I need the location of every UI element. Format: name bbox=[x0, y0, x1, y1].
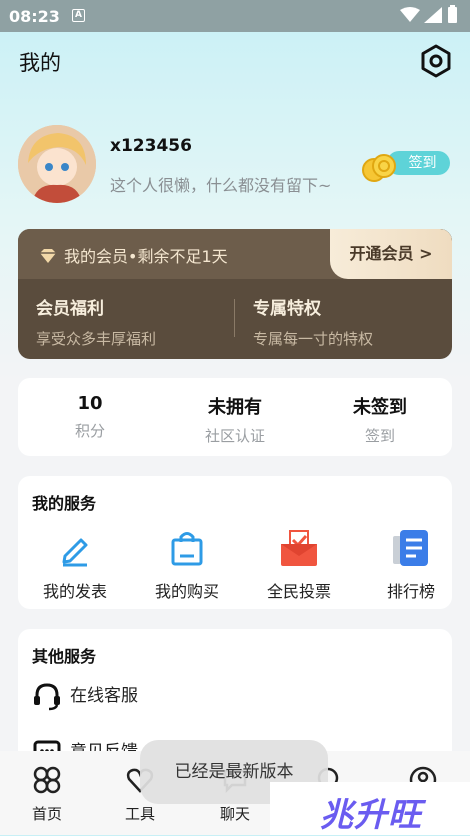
watermark-text: 兆升旺 bbox=[320, 795, 422, 834]
tab-label: 首页 bbox=[31, 805, 62, 823]
open-vip-button[interactable]: 开通会员 > bbox=[330, 229, 452, 279]
service-vote[interactable]: 全民投票 bbox=[244, 528, 354, 602]
stat-value: 10 bbox=[77, 393, 103, 414]
tab-label: 聊天 bbox=[219, 805, 250, 823]
home-grid-icon bbox=[33, 766, 61, 794]
stat-value: 未拥有 bbox=[208, 397, 262, 418]
shopping-bag-icon bbox=[171, 532, 203, 566]
stat-value: 未签到 bbox=[353, 397, 407, 418]
vip-status-text: 我的会员•剩余不足1天 bbox=[64, 247, 228, 266]
notification-app-icon: A bbox=[72, 9, 85, 22]
avatar[interactable] bbox=[18, 125, 96, 203]
vote-box-icon bbox=[281, 530, 317, 566]
stat-community-cert[interactable]: 未拥有 社区认证 bbox=[165, 393, 305, 446]
username: x123456 bbox=[110, 136, 192, 156]
service-my-posts[interactable]: 我的发表 bbox=[20, 528, 130, 602]
user-bio: 这个人很懒，什么都没有留下~ bbox=[110, 176, 332, 195]
pencil-icon bbox=[62, 538, 88, 567]
service-my-purchases[interactable]: 我的购买 bbox=[132, 528, 242, 602]
stat-label: 社区认证 bbox=[204, 427, 265, 445]
diamond-icon bbox=[40, 249, 56, 263]
vip-divider bbox=[234, 299, 235, 337]
service-leaderboard[interactable]: 排行榜 bbox=[356, 528, 466, 602]
vip-benefit-privilege[interactable]: 专属特权 专属每一寸的特权 bbox=[253, 294, 373, 349]
row-label: 在线客服 bbox=[70, 686, 138, 706]
service-label: 排行榜 bbox=[386, 582, 435, 601]
vip-status: 我的会员•剩余不足1天 bbox=[38, 243, 228, 267]
section-title: 其他服务 bbox=[32, 647, 97, 666]
vip-benefit-subtitle: 享受众多丰厚福利 bbox=[36, 330, 157, 348]
online-support-row[interactable]: 在线客服 bbox=[32, 681, 138, 711]
page-title: 我的 bbox=[19, 51, 61, 75]
service-label: 我的发表 bbox=[42, 582, 107, 601]
wifi-icon bbox=[400, 7, 420, 22]
stat-checkin[interactable]: 未签到 签到 bbox=[310, 393, 450, 446]
settings-hexagon-icon[interactable] bbox=[419, 44, 453, 78]
avatar-image bbox=[18, 125, 96, 203]
battery-icon bbox=[448, 5, 457, 23]
vip-benefit-title: 会员福利 bbox=[36, 299, 104, 319]
service-label: 我的购买 bbox=[154, 582, 219, 601]
headset-icon bbox=[34, 683, 60, 711]
status-time: 08:23 bbox=[9, 7, 60, 26]
document-list-icon bbox=[393, 530, 428, 566]
stat-label: 积分 bbox=[74, 422, 105, 440]
gold-coins-icon bbox=[362, 154, 396, 182]
stat-label: 签到 bbox=[364, 427, 395, 445]
stat-points[interactable]: 10 积分 bbox=[20, 393, 160, 441]
vip-benefit-title: 专属特权 bbox=[253, 299, 321, 319]
vip-card[interactable]: 我的会员•剩余不足1天 开通会员 > 会员福利 享受众多丰厚福利 专属特权 专属… bbox=[18, 229, 452, 359]
tab-label: 工具 bbox=[124, 805, 155, 823]
watermark-logo: 兆升旺 bbox=[270, 782, 470, 835]
vip-benefit-welfare[interactable]: 会员福利 享受众多丰厚福利 bbox=[36, 294, 156, 349]
status-bar: 08:23 A bbox=[0, 0, 470, 32]
vip-benefit-subtitle: 专属每一寸的特权 bbox=[253, 330, 374, 348]
signal-icon bbox=[424, 7, 442, 23]
section-title: 我的服务 bbox=[32, 494, 97, 513]
my-services-card: 我的服务 我的发表 我的购买 全民投票 排行榜 bbox=[18, 476, 452, 609]
service-label: 全民投票 bbox=[266, 582, 331, 601]
tab-home[interactable]: 首页 bbox=[17, 765, 77, 824]
stats-card: 10 积分 未拥有 社区认证 未签到 签到 bbox=[18, 378, 452, 456]
